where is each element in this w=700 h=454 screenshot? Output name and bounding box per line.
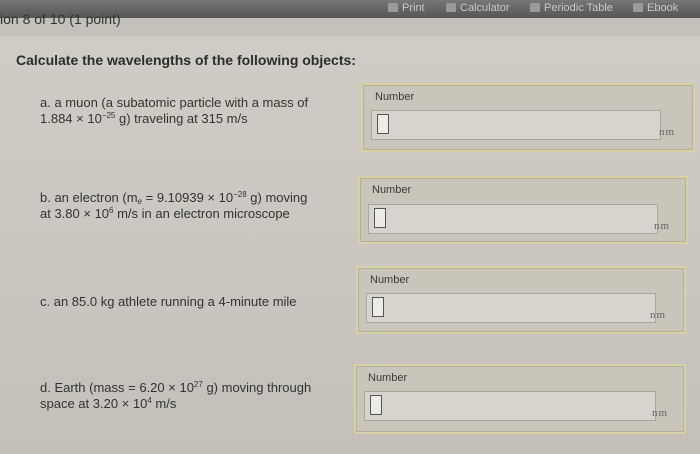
part-a-answer-panel: Number nm: [361, 83, 695, 152]
part-a-text: a. a muon (a subatomic particle with a m…: [40, 95, 308, 127]
text-cursor-icon: [374, 208, 386, 228]
part-c-answer-panel: Number nm: [356, 266, 686, 334]
part-d-line2: space at 3.20 × 104 m/s: [40, 396, 177, 411]
calculator-label: Calculator: [460, 2, 510, 14]
question-title: ion 8 of 10 (1 point): [0, 11, 121, 27]
part-c-unit: nm: [650, 309, 667, 321]
part-b-input-label: Number: [372, 184, 412, 196]
part-d-input-label: Number: [368, 372, 408, 384]
book-icon: [633, 3, 643, 12]
part-d-text: d. Earth (mass = 6.20 × 1027 g) moving t…: [40, 380, 311, 412]
part-b-line2: at 3.80 × 106 m/s in an electron microsc…: [40, 206, 290, 221]
part-c-number-input[interactable]: [366, 293, 656, 323]
part-d-number-input[interactable]: [364, 391, 656, 421]
calculator-icon: [446, 3, 456, 12]
text-cursor-icon: [372, 297, 384, 317]
periodic-table-icon: [530, 3, 540, 12]
periodic-table-button[interactable]: Periodic Table: [530, 2, 613, 14]
part-a-line1: a. a muon (a subatomic particle with a m…: [40, 95, 309, 110]
ebook-label: Ebook: [647, 2, 679, 14]
part-c-input-label: Number: [370, 274, 410, 286]
calculator-button[interactable]: Calculator: [446, 2, 510, 14]
part-a-line2: 1.884 × 10−25 g) traveling at 315 m/s: [40, 111, 248, 126]
printer-icon: [388, 3, 398, 12]
part-d-line1: d. Earth (mass = 6.20 × 1027 g) moving t…: [40, 380, 312, 395]
question-prompt: Calculate the wavelengths of the followi…: [16, 52, 356, 68]
print-button[interactable]: Print: [388, 2, 425, 14]
part-d-answer-panel: Number nm: [354, 364, 686, 434]
part-d-unit: nm: [652, 407, 669, 419]
part-c-line1: c. an 85.0 kg athlete running a 4-minute…: [40, 294, 297, 309]
part-b-unit: nm: [654, 220, 671, 232]
text-cursor-icon: [377, 114, 389, 134]
part-c-text: c. an 85.0 kg athlete running a 4-minute…: [40, 294, 297, 310]
part-a-input-label: Number: [375, 91, 415, 103]
part-b-answer-panel: Number nm: [358, 176, 688, 244]
part-a-number-input[interactable]: [371, 110, 661, 140]
periodic-table-label: Periodic Table: [544, 2, 613, 14]
part-b-number-input[interactable]: [368, 204, 658, 234]
text-cursor-icon: [370, 395, 382, 415]
part-b-text: b. an electron (me = 9.10939 × 10−28 g) …: [40, 190, 307, 222]
part-b-line1: b. an electron (me = 9.10939 × 10−28 g) …: [40, 190, 308, 206]
print-label: Print: [402, 2, 425, 14]
part-a-unit: nm: [659, 126, 676, 138]
ebook-button[interactable]: Ebook: [633, 2, 678, 14]
